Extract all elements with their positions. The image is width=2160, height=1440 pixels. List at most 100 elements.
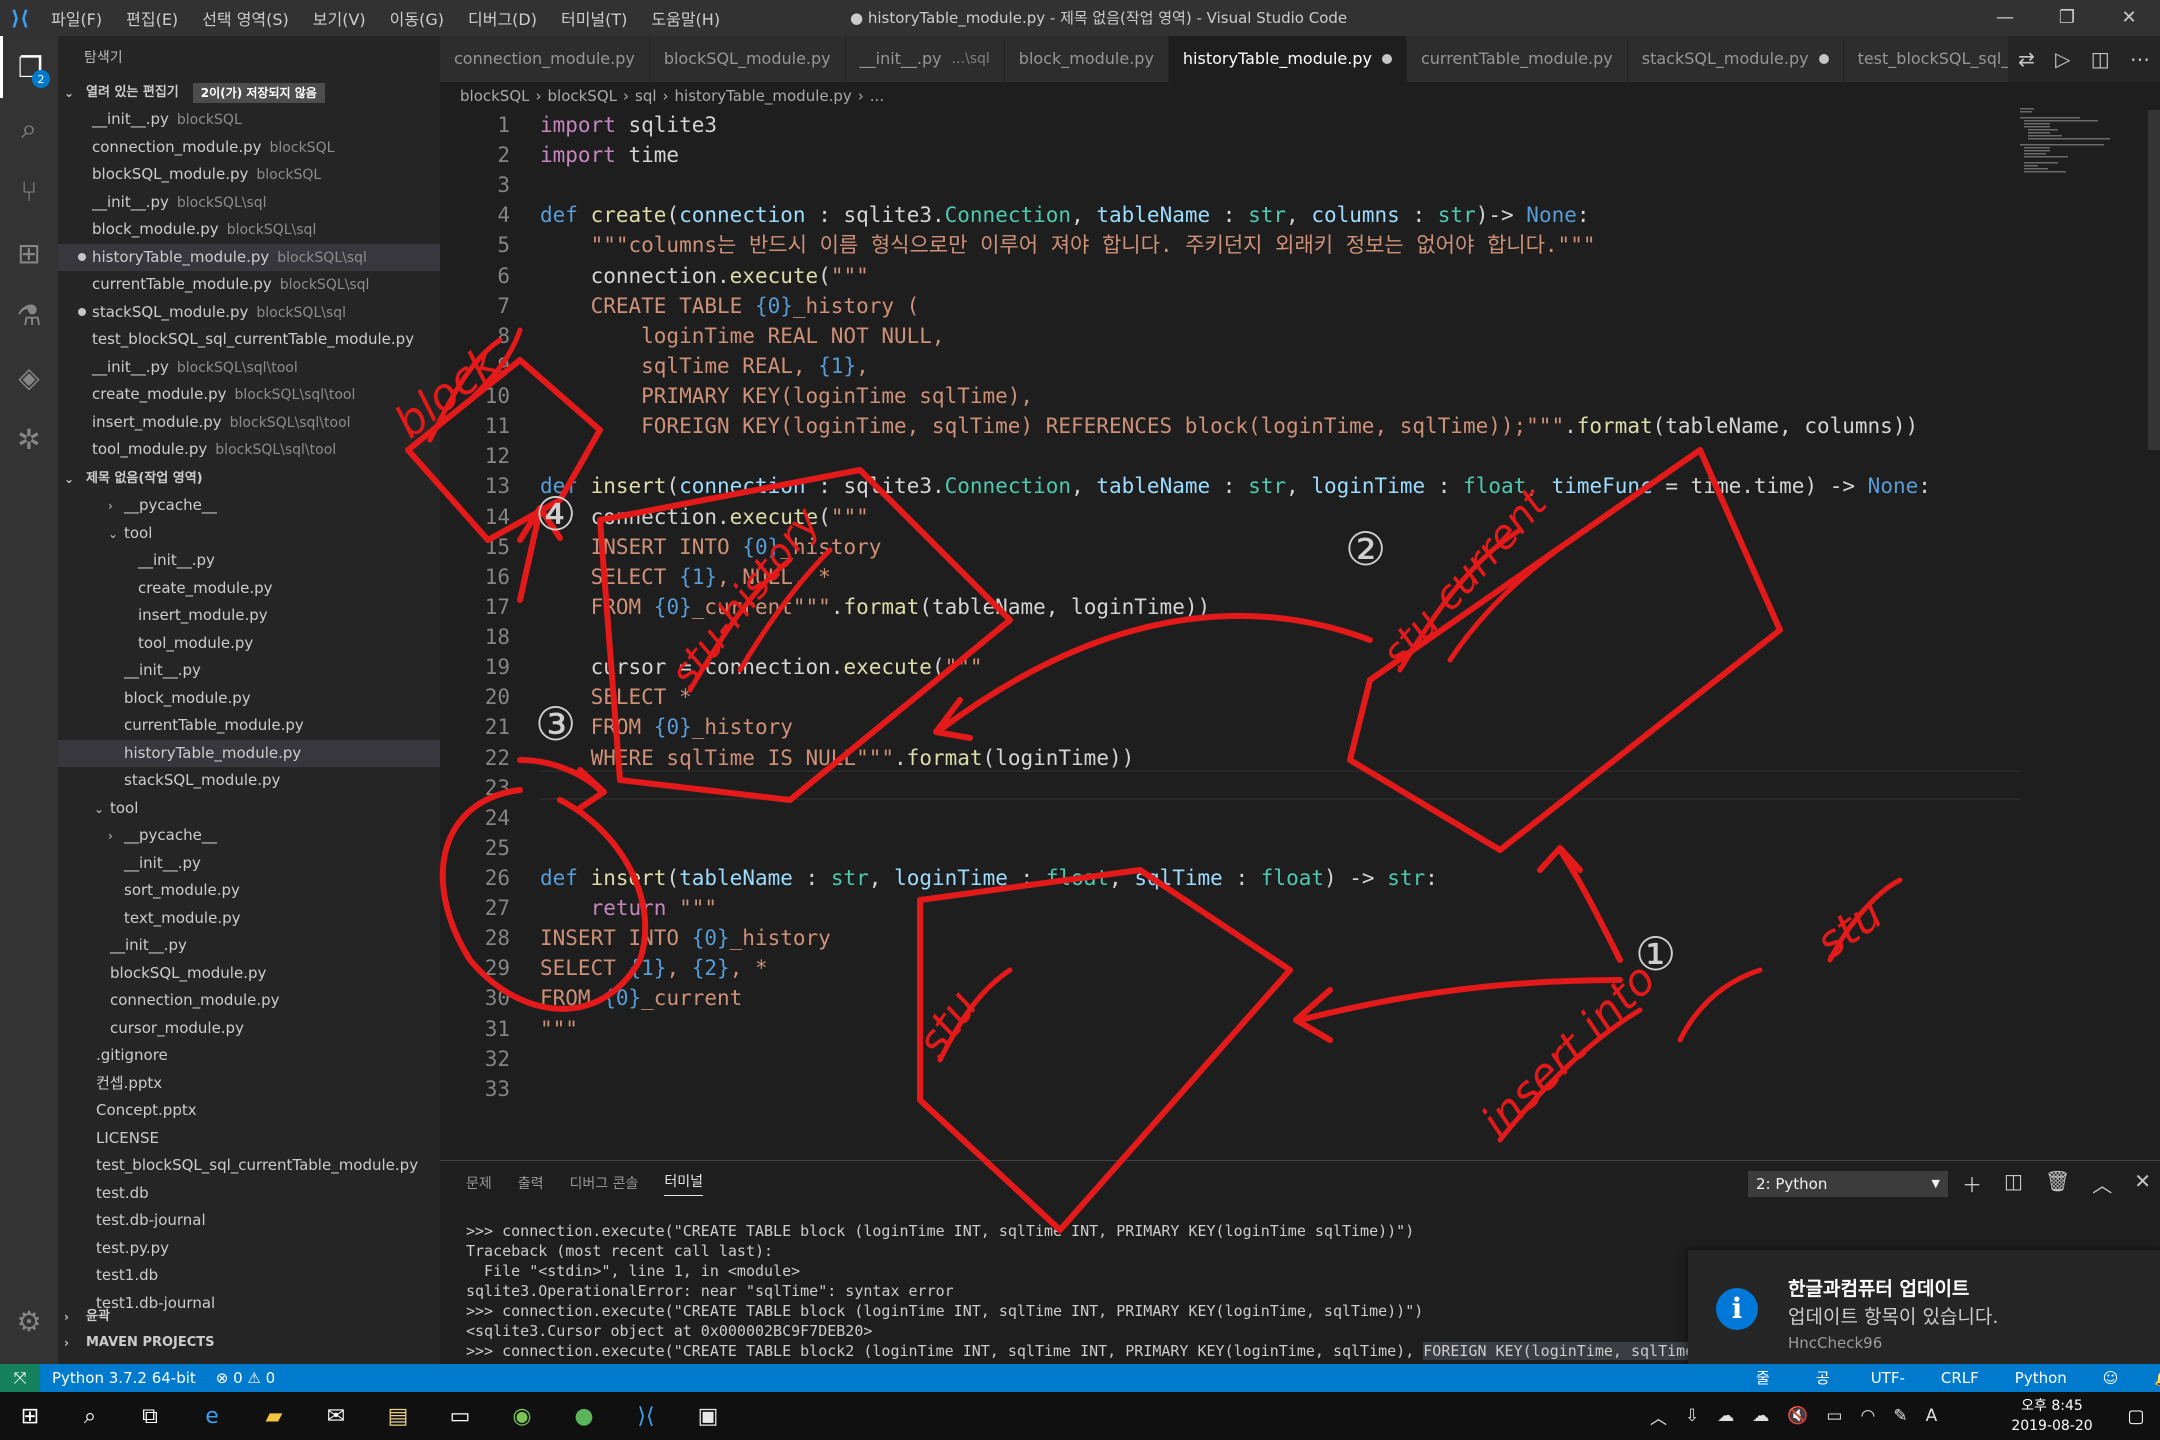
compare-icon[interactable]: ⇄ bbox=[2018, 47, 2035, 71]
tree-item[interactable]: blockSQL_module.py bbox=[58, 960, 440, 988]
tree-item[interactable]: stackSQL_module.py bbox=[58, 767, 440, 795]
tree-item[interactable]: 컨셉.pptx bbox=[58, 1070, 440, 1098]
pen-icon[interactable]: ✎ bbox=[1893, 1406, 1907, 1426]
windows-start-icon[interactable]: ⊞ bbox=[6, 1398, 54, 1434]
android-studio-icon[interactable]: ◉ bbox=[498, 1398, 546, 1434]
tree-item[interactable]: insert_module.py bbox=[58, 602, 440, 630]
tree-item[interactable]: cursor_module.py bbox=[58, 1015, 440, 1043]
tree-item[interactable]: › __pycache__ bbox=[58, 492, 440, 520]
onedrive-cloud-icon[interactable]: ☁ bbox=[1717, 1406, 1734, 1426]
breadcrumb-item[interactable]: historyTable_module.py bbox=[675, 87, 852, 105]
run-icon[interactable]: ▷ bbox=[2055, 47, 2070, 71]
breadcrumb-item[interactable]: blockSQL bbox=[460, 87, 530, 105]
maven-header[interactable]: › MAVEN PROJECTS bbox=[58, 1330, 440, 1356]
clock[interactable]: 오후 8:45 2019-08-20 bbox=[2002, 1396, 2102, 1436]
tree-item[interactable]: test.db bbox=[58, 1180, 440, 1208]
vscode-taskbar-icon[interactable]: ⟩⟨ bbox=[622, 1398, 670, 1434]
tree-item[interactable]: test.py.py bbox=[58, 1235, 440, 1263]
tree-item[interactable]: .gitignore bbox=[58, 1042, 440, 1070]
open-editor-item[interactable]: tool_module.py blockSQL\sql\tool bbox=[58, 436, 440, 464]
source-control-icon[interactable]: ⑂ bbox=[0, 160, 58, 222]
open-editor-item[interactable]: connection_module.py blockSQL bbox=[58, 134, 440, 162]
menu-item[interactable]: 보기(V) bbox=[302, 6, 377, 30]
open-editor-item[interactable]: __init__.py blockSQL\sql\tool bbox=[58, 354, 440, 382]
open-editor-item[interactable]: test_blockSQL_sql_currentTable_module.py bbox=[58, 326, 440, 354]
tree-item[interactable]: text_module.py bbox=[58, 905, 440, 933]
minimize-icon[interactable]: — bbox=[1974, 0, 2036, 36]
tree-item[interactable]: historyTable_module.py bbox=[58, 739, 440, 767]
tree-item[interactable]: __init__.py bbox=[58, 657, 440, 685]
wifi-icon[interactable]: ◠ bbox=[1860, 1406, 1875, 1426]
menu-item[interactable]: 선택 영역(S) bbox=[191, 6, 300, 30]
search-icon[interactable]: ⌕ bbox=[66, 1398, 114, 1434]
problems-count[interactable]: ⊗ 0 ⚠ 0 bbox=[216, 1364, 275, 1392]
add-terminal-icon[interactable]: ＋ bbox=[1962, 1169, 1982, 1198]
menu-item[interactable]: 터미널(T) bbox=[550, 6, 638, 30]
cloud-icon[interactable]: ☁ bbox=[1752, 1406, 1769, 1426]
tray-chevron-up-icon[interactable]: ︿ bbox=[1650, 1404, 1667, 1429]
tree-item[interactable]: __init__.py bbox=[58, 850, 440, 878]
menu-item[interactable]: 파일(F) bbox=[40, 6, 113, 30]
split-editor-icon[interactable]: ◫ bbox=[2091, 47, 2110, 71]
open-editors-header[interactable]: ⌄ 열려 있는 편집기 2이(가) 저장되지 않음 bbox=[58, 80, 440, 106]
debug-icon[interactable]: ✲ bbox=[0, 408, 58, 470]
open-editor-item[interactable]: currentTable_module.py blockSQL\sql bbox=[58, 271, 440, 299]
code-editor[interactable]: 1 import sqlite3 2 import time 3 4 def create(… bbox=[440, 110, 2160, 1160]
edge-browser-icon[interactable]: e bbox=[188, 1398, 236, 1434]
editor-scrollbar[interactable] bbox=[2148, 110, 2160, 450]
action-center-icon[interactable]: ▢ bbox=[2112, 1398, 2160, 1434]
menu-item[interactable]: 디버그(D) bbox=[457, 6, 548, 30]
open-editor-item[interactable]: insert_module.py blockSQL\sql\tool bbox=[58, 409, 440, 437]
tree-item[interactable]: create_module.py bbox=[58, 575, 440, 603]
tree-item[interactable]: block_module.py bbox=[58, 685, 440, 713]
tree-item[interactable]: currentTable_module.py bbox=[58, 712, 440, 740]
outline-header[interactable]: › 윤곽 bbox=[58, 1304, 440, 1330]
tray-download-icon[interactable]: ⇩ bbox=[1685, 1406, 1699, 1426]
editor-tab[interactable]: historyTable_module.py bbox=[1168, 36, 1407, 82]
editor-tab[interactable]: currentTable_module.py bbox=[1406, 36, 1628, 82]
open-editor-item[interactable]: __init__.py blockSQL bbox=[58, 106, 440, 134]
panel-tab[interactable]: 출력 bbox=[518, 1173, 544, 1193]
editor-tab[interactable]: connection_module.py bbox=[440, 36, 650, 82]
terminal-app-icon[interactable]: ▭ bbox=[436, 1398, 484, 1434]
speaker-muted-icon[interactable]: 🔇 bbox=[1787, 1406, 1808, 1426]
menu-item[interactable]: 도움말(H) bbox=[640, 6, 731, 30]
menu-item[interactable]: 편집(E) bbox=[115, 6, 189, 30]
explorer-icon[interactable]: ❐ 2 bbox=[0, 36, 58, 98]
open-editor-item[interactable]: __init__.py blockSQL\sql bbox=[58, 189, 440, 217]
tree-item[interactable]: test_blockSQL_sql_currentTable_module.py bbox=[58, 1152, 440, 1180]
minimap[interactable] bbox=[2020, 106, 2110, 176]
tree-item[interactable]: Concept.pptx bbox=[58, 1097, 440, 1125]
open-editor-item[interactable]: historyTable_module.py blockSQL\sql bbox=[58, 243, 440, 271]
tree-item[interactable]: ⌄ tool bbox=[58, 520, 440, 548]
ime-indicator[interactable]: A bbox=[1926, 1406, 1938, 1426]
panel-tab[interactable]: 디버그 콘솔 bbox=[570, 1173, 639, 1193]
tree-item[interactable]: › __pycache__ bbox=[58, 822, 440, 850]
test-flask-icon[interactable]: ⚗ bbox=[0, 284, 58, 346]
terminal-select[interactable]: 2: Python ▼ bbox=[1748, 1171, 1948, 1197]
tree-item[interactable]: test.db-journal bbox=[58, 1207, 440, 1235]
open-editor-item[interactable]: stackSQL_module.py blockSQL\sql bbox=[58, 299, 440, 327]
tree-item[interactable]: test1.db bbox=[58, 1262, 440, 1290]
editor-tab[interactable]: blockSQL_module.py bbox=[649, 36, 846, 82]
open-editor-item[interactable]: create_module.py blockSQL\sql\tool bbox=[58, 381, 440, 409]
file-explorer-icon[interactable]: ▰ bbox=[250, 1398, 298, 1434]
task-view-icon[interactable]: ⧉ bbox=[126, 1398, 174, 1434]
maximize-panel-icon[interactable]: ︿ bbox=[2092, 1169, 2112, 1198]
menu-item[interactable]: 이동(G) bbox=[379, 6, 455, 30]
breadcrumb-item[interactable]: blockSQL bbox=[548, 87, 618, 105]
open-editor-item[interactable]: blockSQL_module.py blockSQL bbox=[58, 161, 440, 189]
trash-icon[interactable]: 🗑 bbox=[2045, 1169, 2070, 1198]
document-app-icon[interactable]: ▣ bbox=[684, 1398, 732, 1434]
tree-item[interactable]: ⌄ tool bbox=[58, 795, 440, 823]
panel-tab[interactable]: 문제 bbox=[466, 1173, 492, 1193]
mail-icon[interactable]: ✉ bbox=[312, 1398, 360, 1434]
editor-tab[interactable]: block_module.py bbox=[1004, 36, 1169, 82]
tree-item[interactable]: sort_module.py bbox=[58, 877, 440, 905]
tree-item[interactable]: LICENSE bbox=[58, 1125, 440, 1153]
split-terminal-icon[interactable]: ◫ bbox=[2004, 1169, 2023, 1198]
close-panel-icon[interactable]: ✕ bbox=[2134, 1169, 2151, 1198]
remote-explorer-icon[interactable]: ◈ bbox=[0, 346, 58, 408]
python-interpreter[interactable]: Python 3.7.2 64-bit bbox=[52, 1364, 196, 1392]
notepad-icon[interactable]: ▤ bbox=[374, 1398, 422, 1434]
